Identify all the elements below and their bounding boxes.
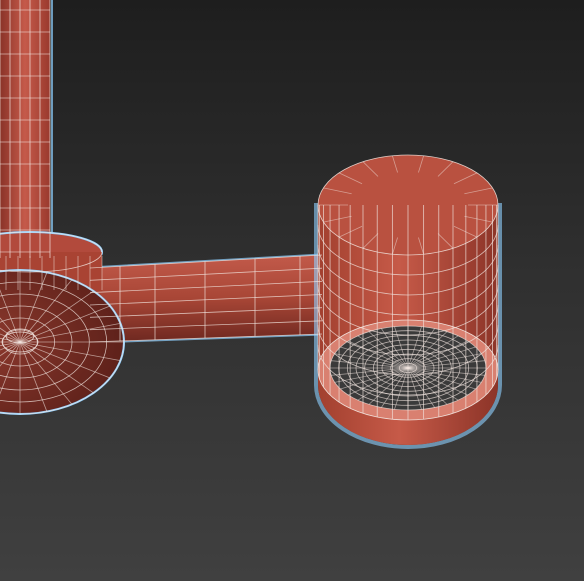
ceiling-base-disc[interactable] — [0, 231, 125, 415]
viewport-3d[interactable] — [0, 0, 584, 581]
horizontal-arm[interactable] — [88, 253, 324, 344]
scene-wireframe[interactable] — [0, 0, 584, 581]
vertical-rod[interactable] — [0, 0, 53, 259]
